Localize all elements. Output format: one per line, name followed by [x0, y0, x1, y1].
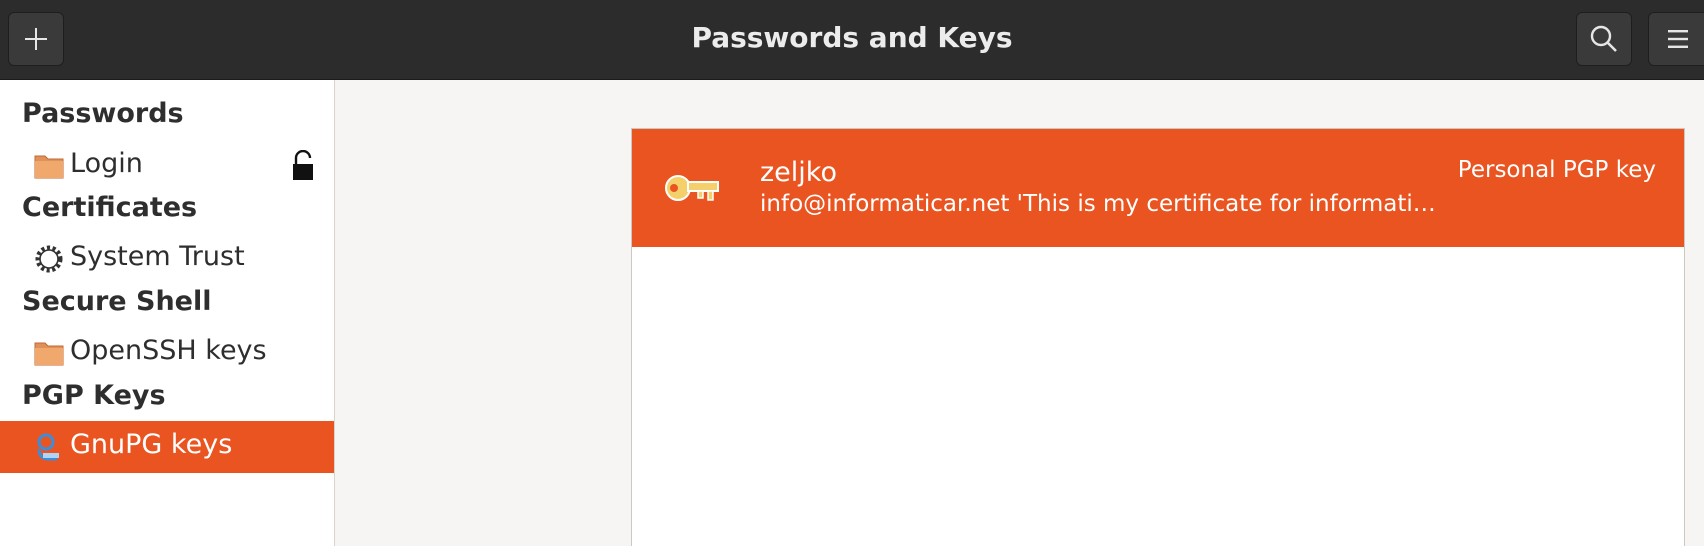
sidebar-item-openssh-keys[interactable]: OpenSSH keys: [0, 327, 334, 379]
header-bar: Passwords and Keys: [0, 0, 1704, 80]
section-header-pgp-keys: PGP Keys: [22, 380, 166, 411]
key-type: Personal PGP key: [1457, 157, 1656, 183]
add-button[interactable]: [8, 12, 64, 66]
plus-icon: [25, 28, 47, 50]
sidebar-item-label: Login: [70, 148, 143, 179]
sidebar-item-label: System Trust: [70, 241, 245, 272]
sidebar-item-gnupg-keys[interactable]: GnuPG keys: [0, 421, 334, 473]
folder-icon: [34, 342, 64, 366]
hamburger-menu-icon: [1668, 30, 1688, 48]
gear-icon: [35, 245, 63, 273]
key-list: zeljko info@informaticar.net 'This is my…: [631, 128, 1685, 546]
sidebar-item-label: GnuPG keys: [70, 429, 233, 460]
folder-icon: [34, 155, 64, 179]
key-name: zeljko: [760, 157, 837, 188]
keyring-icon: [37, 433, 59, 461]
window-title: Passwords and Keys: [691, 21, 1013, 54]
key-list-row[interactable]: zeljko info@informaticar.net 'This is my…: [632, 129, 1684, 247]
section-header-certificates: Certificates: [22, 192, 198, 223]
sidebar-item-system-trust[interactable]: System Trust: [0, 233, 334, 285]
section-header-passwords: Passwords: [22, 98, 184, 129]
section-header-secure-shell: Secure Shell: [22, 286, 212, 317]
sidebar-item-label: OpenSSH keys: [70, 335, 267, 366]
search-button[interactable]: [1576, 12, 1632, 66]
key-icon: [665, 175, 719, 201]
main-menu-button[interactable]: [1648, 12, 1704, 66]
search-icon: [1590, 25, 1617, 52]
main-area: zeljko info@informaticar.net 'This is my…: [335, 80, 1704, 546]
sidebar: Passwords Login Certificates System Trus…: [0, 80, 335, 546]
sidebar-item-login[interactable]: Login: [0, 140, 334, 192]
unlocked-padlock-icon[interactable]: [290, 150, 316, 182]
key-description: info@informaticar.net 'This is my certif…: [760, 191, 1440, 217]
